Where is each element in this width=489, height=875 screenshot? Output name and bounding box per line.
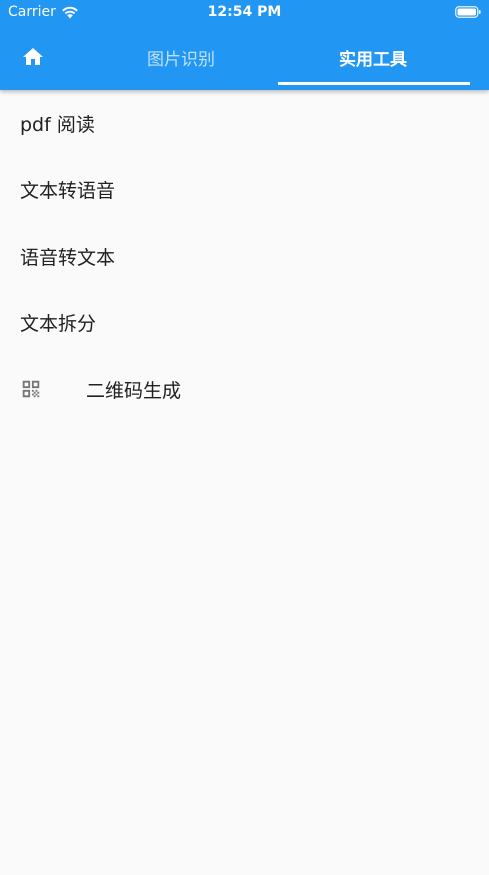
battery-full-icon: [455, 6, 481, 18]
status-bar: Carrier 12:54 PM: [0, 0, 489, 26]
list-item-label: 文本拆分: [20, 313, 97, 336]
list-item-label: 文本转语音: [20, 180, 116, 203]
app-bar: Carrier 12:54 PM 图片识别 实用工具: [0, 0, 489, 90]
list-item-text-split[interactable]: 文本拆分: [0, 290, 489, 357]
list-item-label: 语音转文本: [20, 246, 116, 269]
list-item-speech-to-text[interactable]: 语音转文本: [0, 223, 489, 290]
list-item-text-to-speech[interactable]: 文本转语音: [0, 157, 489, 224]
tab-image-recognition[interactable]: 图片识别: [85, 26, 277, 88]
tool-list: pdf 阅读 文本转语音 语音转文本 文本拆分 二维码生成: [0, 90, 489, 423]
status-time: 12:54 PM: [207, 4, 282, 20]
tab-bar: 图片识别 实用工具: [0, 26, 489, 90]
list-item-label: pdf 阅读: [20, 113, 95, 136]
qr-code-icon: [22, 381, 40, 398]
tab-indicator: [278, 82, 470, 85]
home-icon: [23, 48, 43, 65]
tab-utilities[interactable]: 实用工具: [277, 26, 469, 88]
list-item-label: 二维码生成: [86, 379, 182, 402]
list-item-qr-generator[interactable]: 二维码生成: [0, 356, 489, 423]
home-button[interactable]: [0, 26, 66, 88]
list-item-pdf-reader[interactable]: pdf 阅读: [0, 90, 489, 157]
